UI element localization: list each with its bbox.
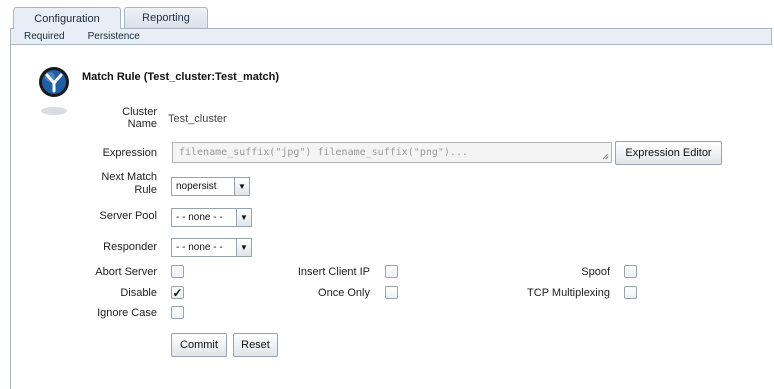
- disable-label: Disable: [120, 287, 157, 299]
- subtab-bar: Required Persistence: [10, 28, 772, 45]
- ignore-case-checkbox[interactable]: [171, 306, 184, 319]
- responder-select[interactable]: - - none - - ▼: [171, 238, 252, 257]
- subtab-persistence[interactable]: Persistence: [88, 31, 140, 42]
- tcp-multiplexing-label: TCP Multiplexing: [527, 287, 610, 299]
- cluster-name-label: Cluster Name: [122, 106, 157, 130]
- chevron-down-icon: ▼: [234, 178, 249, 195]
- expression-editor-button[interactable]: Expression Editor: [615, 141, 722, 165]
- server-pool-label: Server Pool: [99, 210, 157, 222]
- server-pool-select[interactable]: - - none - - ▼: [171, 208, 252, 227]
- ignore-case-label: Ignore Case: [97, 307, 157, 319]
- next-match-rule-value: nopersist: [176, 181, 217, 192]
- expression-value: filename_suffix("jpg") filename_suffix("…: [179, 147, 468, 158]
- server-pool-value: - - none - -: [176, 212, 223, 223]
- tab-reporting[interactable]: Reporting: [124, 7, 208, 28]
- page-title: Match Rule (Test_cluster:Test_match): [82, 71, 280, 83]
- expression-label: Expression: [102, 147, 157, 159]
- abort-server-label: Abort Server: [95, 266, 157, 278]
- commit-button[interactable]: Commit: [171, 333, 227, 357]
- disable-checkbox[interactable]: ✓: [171, 286, 184, 299]
- insert-client-ip-checkbox[interactable]: [385, 265, 398, 278]
- resize-grip-icon[interactable]: [602, 153, 609, 160]
- expression-field[interactable]: filename_suffix("jpg") filename_suffix("…: [172, 142, 612, 163]
- checkmark-icon: ✓: [172, 285, 183, 300]
- chevron-down-icon: ▼: [236, 239, 251, 256]
- next-match-rule-select[interactable]: nopersist ▼: [171, 177, 250, 196]
- tab-strip: Configuration Reporting: [0, 0, 774, 29]
- next-match-rule-label: Next Match Rule: [101, 171, 157, 196]
- responder-value: - - none - -: [176, 242, 223, 253]
- tcp-multiplexing-checkbox[interactable]: [624, 286, 637, 299]
- subtab-required[interactable]: Required: [24, 31, 65, 42]
- abort-server-checkbox[interactable]: [171, 265, 184, 278]
- chevron-down-icon: ▼: [236, 209, 251, 226]
- insert-client-ip-label: Insert Client IP: [297, 266, 370, 278]
- spoof-label: Spoof: [581, 266, 610, 278]
- once-only-checkbox[interactable]: [385, 286, 398, 299]
- cluster-name-value: Test_cluster: [168, 113, 227, 125]
- reset-button[interactable]: Reset: [233, 333, 278, 357]
- match-rule-icon: [39, 67, 69, 115]
- responder-label: Responder: [103, 241, 157, 253]
- spoof-checkbox[interactable]: [624, 265, 637, 278]
- tab-configuration[interactable]: Configuration: [13, 7, 121, 29]
- once-only-label: Once Only: [318, 287, 370, 299]
